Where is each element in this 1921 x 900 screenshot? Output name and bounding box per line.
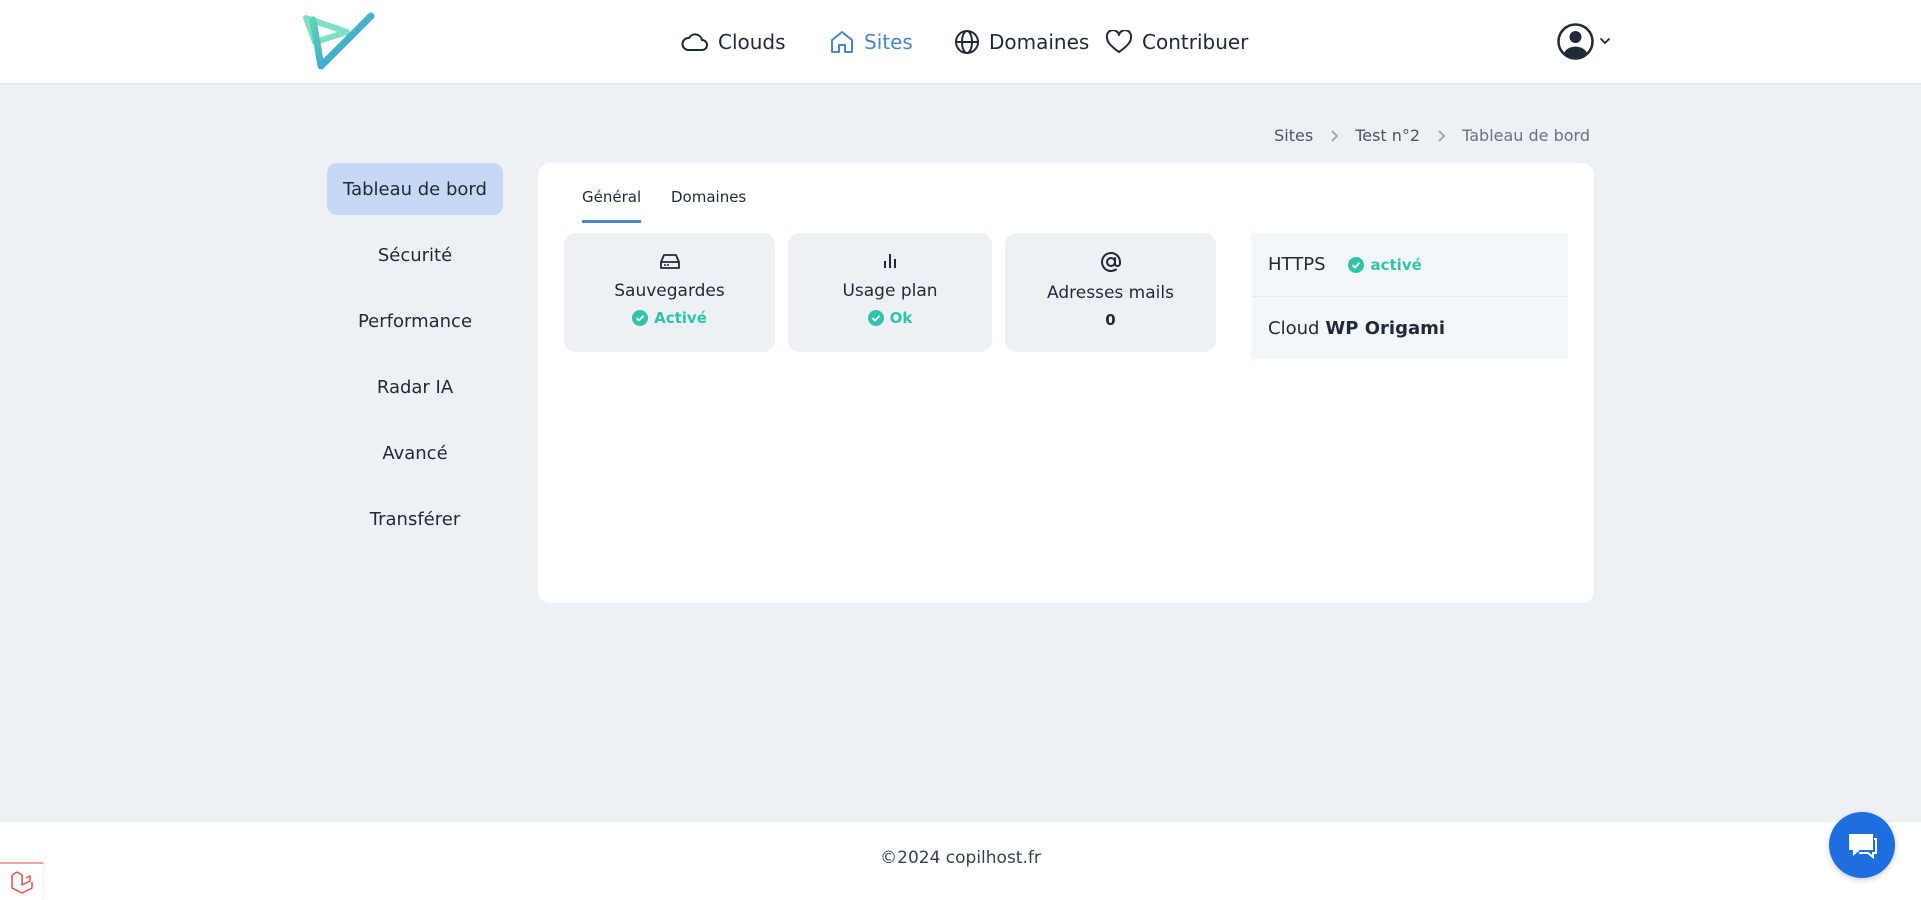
sidebar-item-transferer[interactable]: Transférer <box>327 493 503 545</box>
cloud-icon <box>681 33 708 51</box>
stat-usage-plan[interactable]: Usage plan Ok <box>788 233 992 352</box>
footer: ©2024 copilhost.fr <box>0 822 1921 900</box>
stat-label: Usage plan <box>842 281 938 301</box>
https-label: HTTPS <box>1268 254 1326 275</box>
status-text: Activé <box>654 309 707 327</box>
globe-icon <box>955 30 979 54</box>
nav-contribuer[interactable]: Contribuer <box>1105 26 1248 58</box>
footer-copyright: ©2024 copilhost.fr <box>880 848 1041 868</box>
nav-contribuer-label: Contribuer <box>1142 30 1249 54</box>
stat-sauvegardes[interactable]: Sauvegardes Activé <box>564 233 775 352</box>
chevron-right-icon <box>1329 129 1339 143</box>
sidebar-item-securite[interactable]: Sécurité <box>327 229 503 281</box>
top-header: Clouds Sites Domaines Contribuer <box>0 0 1921 84</box>
hard-drive-icon <box>659 254 680 269</box>
heart-icon <box>1105 30 1133 53</box>
sidebar-item-radar-ia[interactable]: Radar IA <box>327 361 503 413</box>
nav-clouds-label: Clouds <box>718 30 786 54</box>
site-info: HTTPS activé Cloud WP Origami <box>1251 233 1568 359</box>
dashboard-card: Général Domaines Sauvegardes Activé Usag… <box>538 163 1594 603</box>
breadcrumb: Sites Test n°2 Tableau de bord <box>1274 126 1590 145</box>
tab-general[interactable]: Général <box>582 183 642 223</box>
cloud-label: Cloud <box>1268 317 1320 339</box>
breadcrumb-current: Tableau de bord <box>1462 126 1590 145</box>
status-badge: Activé <box>632 309 707 327</box>
chat-icon <box>1849 834 1877 860</box>
at-sign-icon <box>1100 252 1121 272</box>
https-status-text: activé <box>1370 255 1422 274</box>
avatar <box>1557 22 1594 60</box>
sidebar-item-avance[interactable]: Avancé <box>327 427 503 479</box>
cloud-row: Cloud WP Origami <box>1251 296 1568 359</box>
home-icon <box>831 31 853 53</box>
bar-chart-icon <box>884 254 896 268</box>
laravel-debug-icon[interactable] <box>0 862 44 900</box>
stat-adresses-mails[interactable]: Adresses mails 0 <box>1005 233 1216 352</box>
nav-domaines-label: Domaines <box>989 30 1090 54</box>
status-text: Ok <box>889 309 913 327</box>
cloud-name[interactable]: WP Origami <box>1325 318 1445 339</box>
check-circle-icon <box>1347 256 1364 273</box>
nav-clouds[interactable]: Clouds <box>681 26 786 58</box>
breadcrumb-sites[interactable]: Sites <box>1274 126 1313 145</box>
nav-sites-label: Sites <box>864 30 913 54</box>
nav-domaines[interactable]: Domaines <box>954 26 1089 58</box>
https-status: activé <box>1347 255 1422 274</box>
sidebar-item-tableau-de-bord[interactable]: Tableau de bord <box>327 163 503 215</box>
status-badge: Ok <box>867 309 913 327</box>
tab-domaines[interactable]: Domaines <box>671 183 746 223</box>
chevron-right-icon <box>1436 129 1446 143</box>
https-row: HTTPS activé <box>1251 233 1568 296</box>
nav-sites[interactable]: Sites <box>829 26 913 58</box>
chat-button[interactable] <box>1829 812 1895 878</box>
stat-label: Adresses mails <box>1047 283 1174 303</box>
mail-count: 0 <box>1105 311 1116 329</box>
check-circle-icon <box>632 310 649 326</box>
stat-label: Sauvegardes <box>614 281 725 301</box>
chevron-down-icon <box>1600 38 1610 45</box>
sidebar-item-performance[interactable]: Performance <box>327 295 503 347</box>
user-menu[interactable] <box>1557 22 1612 60</box>
breadcrumb-site[interactable]: Test n°2 <box>1355 126 1420 145</box>
main-nav: Clouds Sites Domaines Contribuer <box>0 26 1921 58</box>
check-circle-icon <box>867 310 884 326</box>
